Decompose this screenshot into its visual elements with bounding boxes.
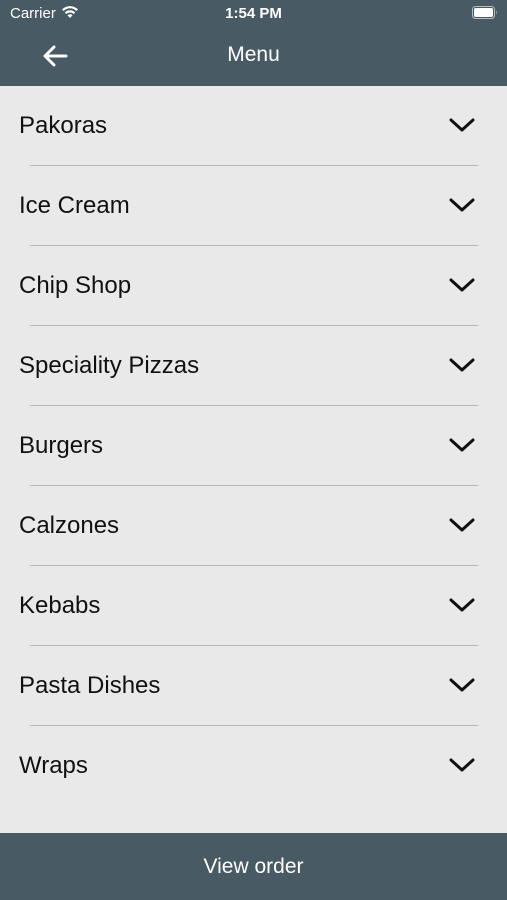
chevron-down-icon[interactable] bbox=[448, 355, 476, 375]
menu-category-label: Wraps bbox=[19, 752, 88, 779]
chevron-down-icon[interactable] bbox=[448, 275, 476, 295]
menu-category-label: Kebabs bbox=[19, 592, 101, 619]
chevron-down-icon[interactable] bbox=[448, 515, 476, 535]
menu-category-label: Calzones bbox=[19, 512, 120, 539]
menu-category-calzones[interactable]: Calzones bbox=[0, 486, 507, 566]
status-time: 1:54 PM bbox=[225, 5, 282, 22]
status-bar: Carrier 1:54 PM bbox=[0, 0, 507, 28]
menu-category-label: Pasta Dishes bbox=[19, 672, 161, 699]
menu-category-speciality-pizzas[interactable]: Speciality Pizzas bbox=[0, 326, 507, 406]
chevron-down-icon[interactable] bbox=[448, 115, 476, 135]
menu-category-label: Speciality Pizzas bbox=[19, 352, 200, 379]
battery-icon bbox=[472, 6, 497, 19]
chevron-down-icon[interactable] bbox=[448, 595, 476, 615]
menu-category-pakoras[interactable]: Pakoras bbox=[0, 86, 507, 166]
menu-category-label: Pakoras bbox=[19, 112, 108, 139]
menu-category-chip-shop[interactable]: Chip Shop bbox=[0, 246, 507, 326]
menu-category-label: Burgers bbox=[19, 432, 104, 459]
menu-category-ice-cream[interactable]: Ice Cream bbox=[0, 166, 507, 246]
app-header: Carrier 1:54 PM Menu bbox=[0, 0, 507, 86]
menu-category-kebabs[interactable]: Kebabs bbox=[0, 566, 507, 646]
menu-category-wraps[interactable]: Wraps bbox=[0, 726, 507, 806]
chevron-down-icon[interactable] bbox=[448, 675, 476, 695]
chevron-down-icon[interactable] bbox=[448, 435, 476, 455]
page-title: Menu bbox=[227, 43, 280, 66]
menu-category-pasta-dishes[interactable]: Pasta Dishes bbox=[0, 646, 507, 726]
menu-category-label: Ice Cream bbox=[19, 192, 130, 219]
view-order-button[interactable]: View order bbox=[0, 833, 507, 900]
menu-category-burgers[interactable]: Burgers bbox=[0, 406, 507, 486]
chevron-down-icon[interactable] bbox=[448, 755, 476, 775]
menu-category-list: Pakoras Ice Cream Chip Shop Speciality P… bbox=[0, 86, 507, 806]
menu-category-label: Chip Shop bbox=[19, 272, 132, 299]
chevron-down-icon[interactable] bbox=[448, 195, 476, 215]
